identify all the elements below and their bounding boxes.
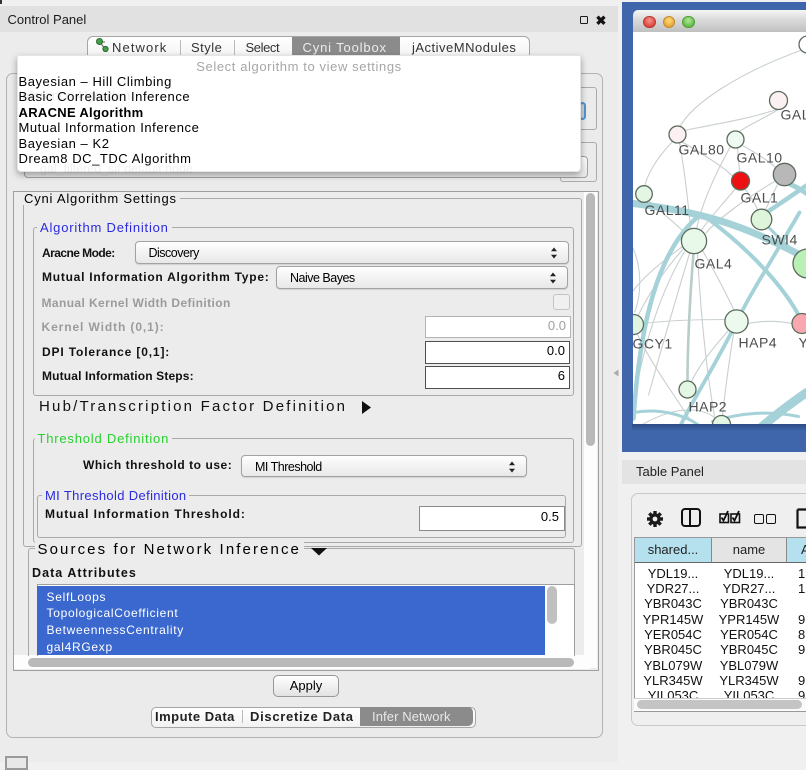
- svg-text:SWI4: SWI4: [761, 231, 797, 247]
- svg-text:GAL4: GAL4: [694, 255, 732, 271]
- svg-text:HAP4: HAP4: [738, 334, 777, 350]
- svg-text:GAL11: GAL11: [644, 202, 689, 218]
- svg-text:GCY1: GCY1: [633, 335, 673, 351]
- svg-text:GAL10: GAL10: [736, 149, 782, 165]
- svg-text:HAP2: HAP2: [688, 398, 727, 414]
- svg-text:Y: Y: [798, 334, 806, 350]
- svg-text:GAL1: GAL1: [740, 189, 778, 205]
- svg-text:GAL: GAL: [780, 106, 806, 122]
- svg-text:GAL80: GAL80: [678, 141, 724, 157]
